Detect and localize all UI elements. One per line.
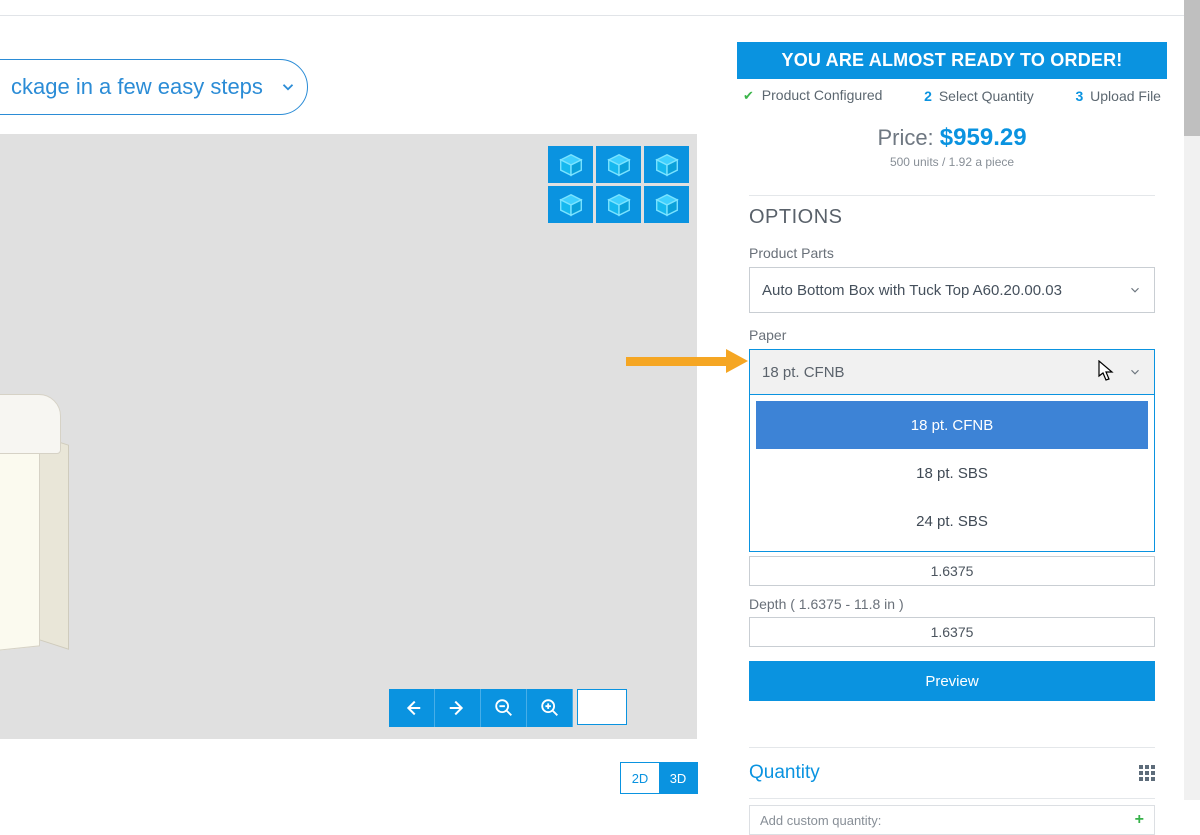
- toggle-2d[interactable]: 2D: [621, 763, 659, 793]
- toggle-3d[interactable]: 3D: [659, 763, 697, 793]
- depth-label: Depth ( 1.6375 - 11.8 in ): [749, 596, 1155, 612]
- paper-dropdown: 18 pt. CFNB 18 pt. SBS 24 pt. SBS: [749, 395, 1155, 552]
- paper-option-1[interactable]: 18 pt. CFNB: [756, 401, 1148, 449]
- plus-icon: +: [1135, 811, 1144, 829]
- chevron-down-icon: [1128, 365, 1142, 379]
- step-quantity[interactable]: 2 Select Quantity: [924, 88, 1034, 104]
- price-label: Price:: [877, 125, 939, 150]
- dimension-input[interactable]: [749, 556, 1155, 586]
- top-divider: [0, 15, 1184, 16]
- product-parts-value: Auto Bottom Box with Tuck Top A60.20.00.…: [762, 282, 1062, 299]
- price-block: Price: $959.29 500 units / 1.92 a piece: [737, 124, 1167, 169]
- view-angle-4[interactable]: [548, 186, 593, 223]
- add-quantity-row[interactable]: Add custom quantity: +: [749, 805, 1155, 835]
- price-sub: 500 units / 1.92 a piece: [737, 155, 1167, 169]
- quantity-section[interactable]: Quantity: [749, 747, 1155, 799]
- product-3d-model: [0, 394, 90, 664]
- price-value: $959.29: [940, 124, 1027, 151]
- add-quantity-label: Add custom quantity:: [760, 813, 881, 828]
- depth-input[interactable]: [749, 617, 1155, 647]
- step-2-number: 2: [924, 88, 932, 104]
- chevron-down-icon: [1128, 283, 1142, 297]
- paper-option-2[interactable]: 18 pt. SBS: [756, 449, 1148, 497]
- product-parts-select[interactable]: Auto Bottom Box with Tuck Top A60.20.00.…: [749, 267, 1155, 313]
- configure-panel: YOU ARE ALMOST READY TO ORDER! ✔ Product…: [737, 42, 1167, 835]
- paper-select[interactable]: 18 pt. CFNB: [749, 349, 1155, 395]
- step-upload[interactable]: 3 Upload File: [1075, 88, 1161, 104]
- paper-option-3[interactable]: 24 pt. SBS: [756, 497, 1148, 545]
- steps-pill-text: ckage in a few easy steps: [11, 74, 263, 100]
- paper-label: Paper: [749, 327, 1155, 343]
- viewer-toolbar: [389, 689, 627, 727]
- view-angle-2[interactable]: [596, 146, 641, 183]
- prev-button[interactable]: [389, 689, 435, 727]
- color-swatch[interactable]: [577, 689, 627, 725]
- grid-icon: [1139, 765, 1155, 781]
- order-banner: YOU ARE ALMOST READY TO ORDER!: [737, 42, 1167, 79]
- paper-selected-value: 18 pt. CFNB: [762, 364, 845, 381]
- step-3-label: Upload File: [1090, 88, 1161, 104]
- zoom-in-button[interactable]: [527, 689, 573, 727]
- product-parts-label: Product Parts: [749, 245, 1155, 261]
- check-icon: ✔: [743, 88, 754, 103]
- preview-button[interactable]: Preview: [749, 661, 1155, 701]
- view-angle-1[interactable]: [548, 146, 593, 183]
- zoom-out-button[interactable]: [481, 689, 527, 727]
- chevron-down-icon: [279, 78, 297, 96]
- page-scrollbar-thumb[interactable]: [1184, 0, 1200, 136]
- step-configured: ✔ Product Configured: [743, 87, 882, 104]
- options-section: OPTIONS Product Parts Auto Bottom Box wi…: [749, 195, 1155, 701]
- view-angle-3[interactable]: [644, 146, 689, 183]
- next-button[interactable]: [435, 689, 481, 727]
- view-mode-toggle: 2D 3D: [620, 762, 698, 794]
- view-angle-buttons: [548, 146, 689, 223]
- steps-pill[interactable]: ckage in a few easy steps: [0, 59, 308, 115]
- view-angle-5[interactable]: [596, 186, 641, 223]
- quantity-title: Quantity: [749, 762, 820, 784]
- step-2-label: Select Quantity: [939, 88, 1034, 104]
- options-heading: OPTIONS: [749, 206, 1155, 229]
- product-viewer[interactable]: [0, 134, 697, 739]
- step-3-number: 3: [1075, 88, 1083, 104]
- view-angle-6[interactable]: [644, 186, 689, 223]
- step-1-label: Product Configured: [762, 87, 883, 103]
- progress-steps: ✔ Product Configured 2 Select Quantity 3…: [737, 79, 1167, 104]
